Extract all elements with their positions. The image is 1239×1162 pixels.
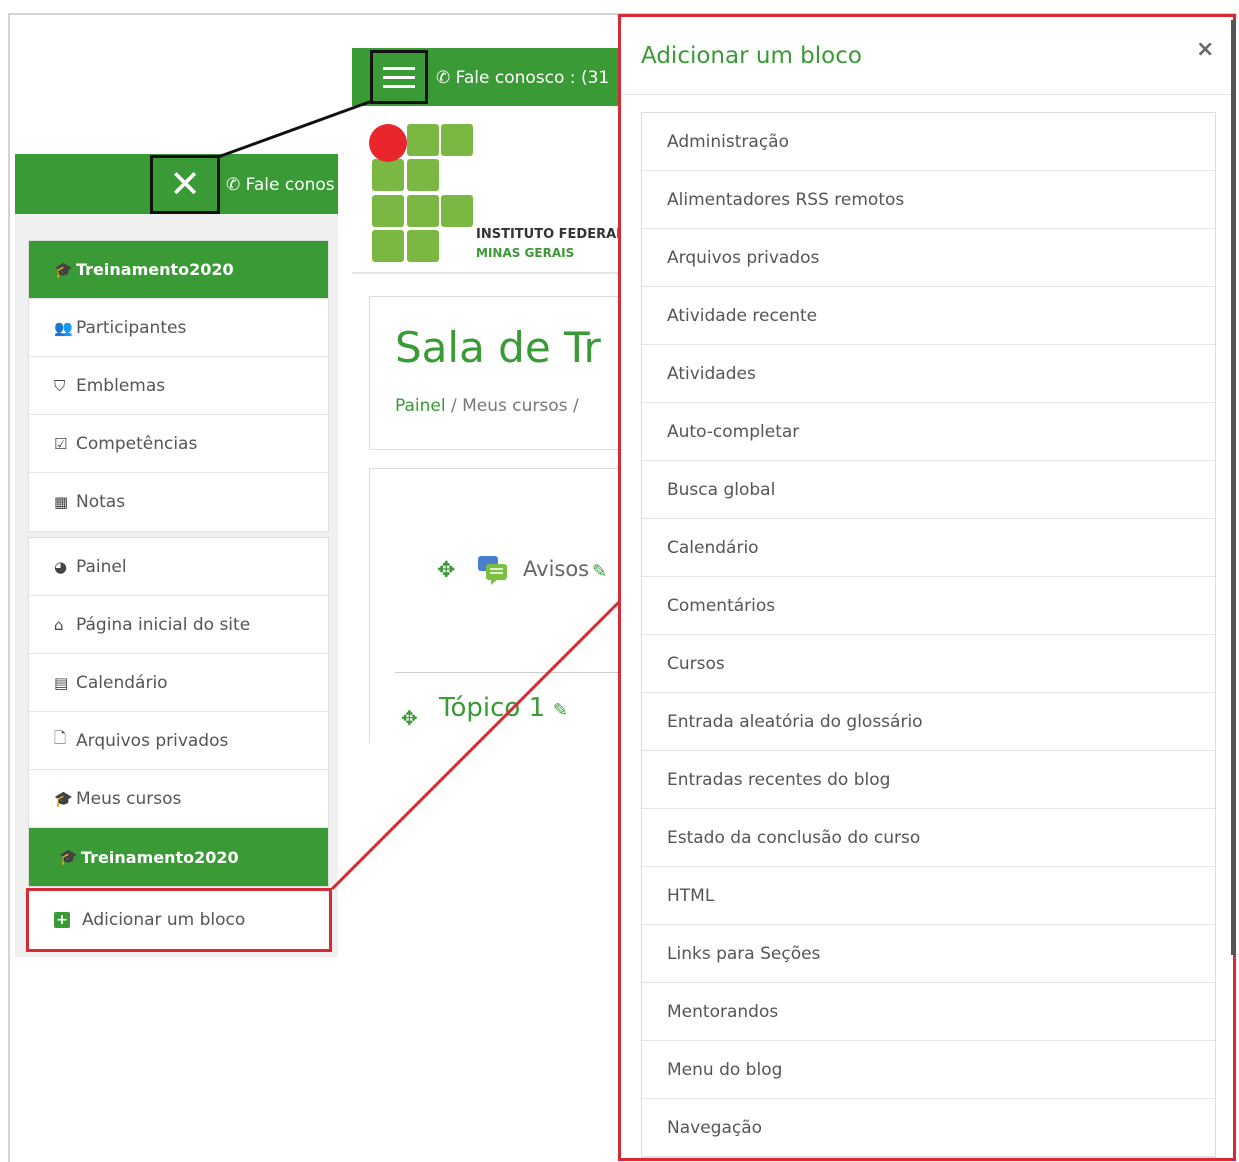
annotation-line-red xyxy=(330,599,622,891)
annotation-connectors xyxy=(217,99,622,891)
annotation-line-black xyxy=(217,99,373,159)
